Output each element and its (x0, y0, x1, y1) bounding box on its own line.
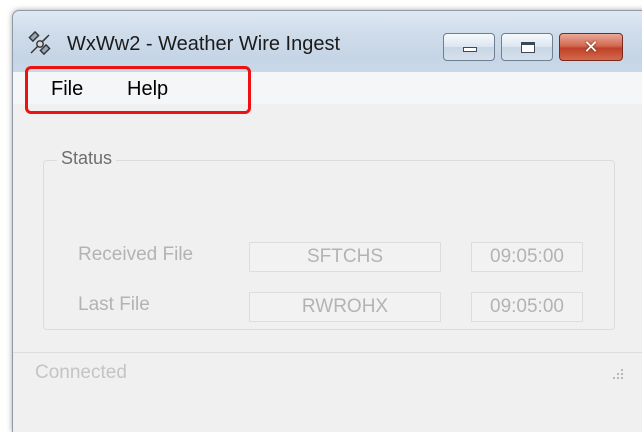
status-group-label: Status (57, 148, 117, 169)
menu-bar: File Help (13, 66, 642, 114)
window-title: WxWw2 - Weather Wire Ingest (67, 33, 341, 55)
maximize-button[interactable] (501, 33, 553, 61)
received-file-field: SFTCHS (249, 242, 441, 272)
status-bar: Connected (13, 352, 642, 395)
satellite-icon (28, 31, 51, 56)
last-file-label: Last File (78, 294, 150, 315)
client-area: File Help Status Received File SFTCHS 09… (13, 66, 642, 432)
last-file-field: RWROHX (249, 292, 441, 322)
received-file-label: Received File (78, 244, 194, 265)
close-icon: ✕ (583, 37, 599, 57)
resize-grip-icon[interactable] (609, 369, 625, 385)
received-time-field: 09:05:00 (471, 242, 583, 272)
last-time-field: 09:05:00 (471, 292, 583, 322)
maximize-icon (521, 42, 535, 53)
connection-status: Connected (35, 362, 127, 383)
app-window: WxWw2 - Weather Wire Ingest ✕ File Help … (12, 10, 642, 432)
title-bar[interactable]: WxWw2 - Weather Wire Ingest ✕ (13, 11, 642, 71)
close-button[interactable]: ✕ (559, 33, 623, 61)
minimize-button[interactable] (443, 33, 495, 61)
menu-highlight-box (25, 66, 251, 114)
minimize-icon (463, 47, 477, 52)
